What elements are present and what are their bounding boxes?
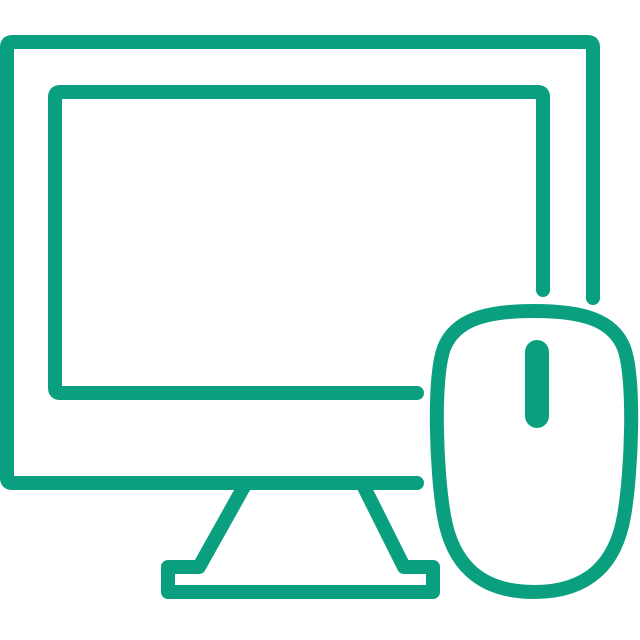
monitor-stand xyxy=(161,476,440,599)
monitor-screen xyxy=(48,85,550,400)
computer-and-mouse-icon xyxy=(0,35,639,599)
monitor-outer-frame xyxy=(0,35,600,490)
icon-canvas xyxy=(0,0,640,640)
